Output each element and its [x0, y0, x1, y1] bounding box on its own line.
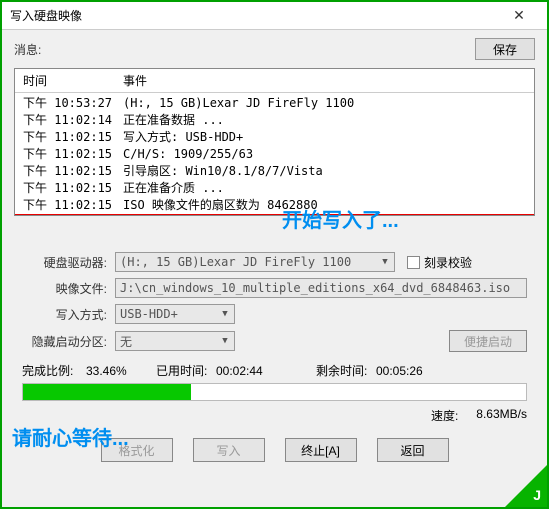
chevron-down-icon: ▼: [218, 336, 232, 346]
burn-verify-wrap[interactable]: 刻录校验: [407, 254, 472, 271]
progress-fill: [23, 384, 191, 400]
speed-label: 速度:: [431, 407, 458, 424]
speed-row: 速度: 8.63MB/s: [2, 401, 547, 424]
message-row: 消息: 保存: [2, 30, 547, 64]
abort-button[interactable]: 终止[A]: [285, 438, 357, 462]
progress-label: 完成比例:: [22, 362, 86, 379]
window-title: 写入硬盘映像: [10, 7, 499, 24]
write-mode-row: 写入方式: USB-HDD+▼: [22, 304, 527, 324]
chevron-down-icon: ▼: [218, 309, 232, 319]
log-header-event: 事件: [123, 72, 526, 89]
portable-boot-button: 便捷启动: [449, 330, 527, 352]
overlay-please-wait: 请耐心等待...: [12, 422, 129, 451]
log-row: 下午 11:02:15C/H/S: 1909/255/63: [15, 146, 534, 163]
log-listbox[interactable]: 时间 事件 下午 10:53:27(H:, 15 GB)Lexar JD Fir…: [14, 68, 535, 216]
progress-wrap: [22, 383, 527, 401]
write-mode-combo[interactable]: USB-HDD+▼: [115, 304, 235, 324]
log-header: 时间 事件: [15, 69, 534, 93]
log-row-highlighted: 下午 11:02:15开始写入 ...: [15, 214, 534, 216]
log-row: 下午 11:02:14正在准备数据 ...: [15, 112, 534, 129]
drive-label: 硬盘驱动器:: [22, 254, 107, 271]
progress-bar: [22, 383, 527, 401]
hidden-boot-row: 隐藏启动分区: 无▼ 便捷启动: [22, 330, 527, 352]
elapsed-value: 00:02:44: [216, 364, 286, 378]
speed-value: 8.63MB/s: [476, 407, 527, 424]
log-body: 下午 10:53:27(H:, 15 GB)Lexar JD FireFly 1…: [15, 93, 534, 216]
hidden-boot-combo[interactable]: 无▼: [115, 331, 235, 351]
overlay-start-writing: 开始写入了...: [282, 204, 399, 233]
back-button[interactable]: 返回: [377, 438, 449, 462]
log-row: 下午 10:53:27(H:, 15 GB)Lexar JD FireFly 1…: [15, 95, 534, 112]
log-header-time: 时间: [23, 72, 123, 89]
dialog-window: 写入硬盘映像 ✕ 消息: 保存 时间 事件 下午 10:53:27(H:, 15…: [0, 0, 549, 509]
log-row: 下午 11:02:15ISO 映像文件的扇区数为 8462880: [15, 197, 534, 214]
save-button[interactable]: 保存: [475, 38, 535, 60]
corner-badge-icon: J: [505, 465, 547, 507]
close-icon[interactable]: ✕: [499, 2, 539, 30]
hidden-boot-label: 隐藏启动分区:: [22, 333, 107, 350]
titlebar: 写入硬盘映像 ✕: [2, 2, 547, 30]
log-row: 下午 11:02:15引导扇区: Win10/8.1/8/7/Vista: [15, 163, 534, 180]
remaining-label: 剩余时间:: [316, 362, 376, 379]
log-row: 下午 11:02:15正在准备介质 ...: [15, 180, 534, 197]
form-area: 硬盘驱动器: (H:, 15 GB)Lexar JD FireFly 1100▼…: [2, 252, 547, 352]
write-mode-label: 写入方式:: [22, 306, 107, 323]
remaining-value: 00:05:26: [376, 364, 446, 378]
elapsed-label: 已用时间:: [156, 362, 216, 379]
image-label: 映像文件:: [22, 280, 107, 297]
drive-row: 硬盘驱动器: (H:, 15 GB)Lexar JD FireFly 1100▼…: [22, 252, 527, 272]
image-row: 映像文件: J:\cn_windows_10_multiple_editions…: [22, 278, 527, 298]
progress-value: 33.46%: [86, 364, 156, 378]
write-button: 写入: [193, 438, 265, 462]
message-label: 消息:: [14, 41, 475, 58]
log-row: 下午 11:02:15写入方式: USB-HDD+: [15, 129, 534, 146]
drive-combo[interactable]: (H:, 15 GB)Lexar JD FireFly 1100▼: [115, 252, 395, 272]
burn-verify-label: 刻录校验: [424, 254, 472, 271]
image-file-field[interactable]: J:\cn_windows_10_multiple_editions_x64_d…: [115, 278, 527, 298]
burn-verify-checkbox[interactable]: [407, 256, 420, 269]
stats-row: 完成比例: 33.46% 已用时间: 00:02:44 剩余时间: 00:05:…: [22, 362, 527, 379]
chevron-down-icon: ▼: [378, 257, 392, 267]
